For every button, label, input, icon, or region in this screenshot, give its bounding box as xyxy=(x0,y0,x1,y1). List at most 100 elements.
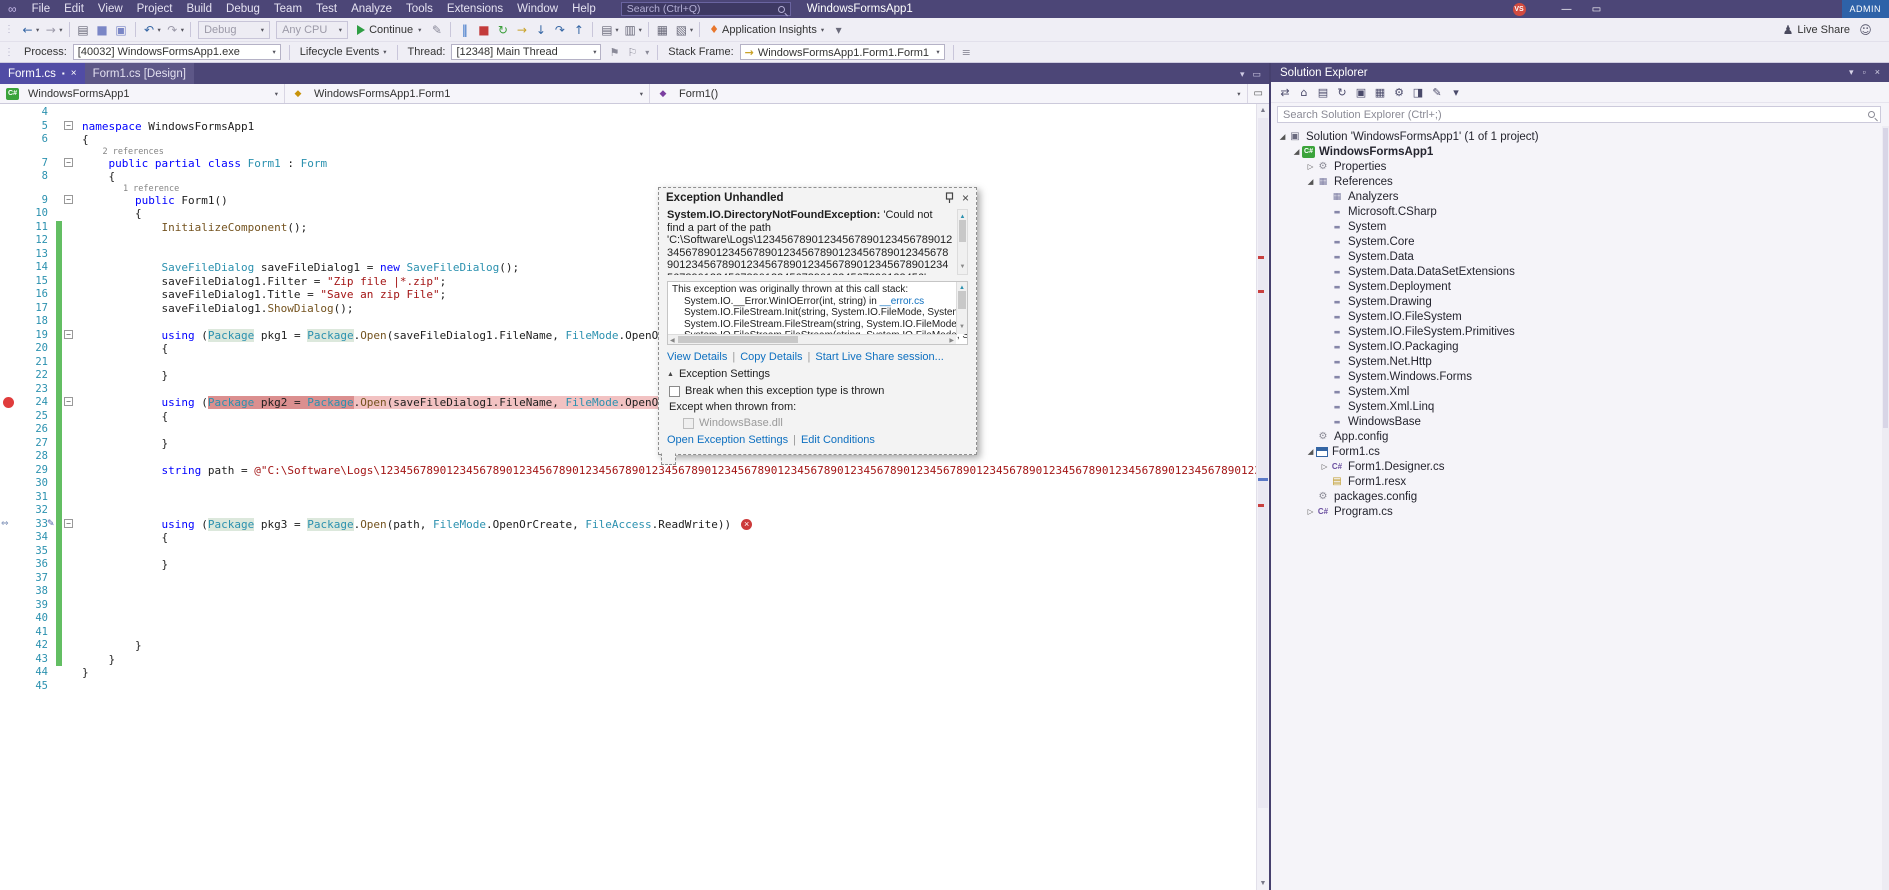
document-list-chevron-icon[interactable]: ▾ xyxy=(1240,69,1245,80)
breakpoint-margin[interactable] xyxy=(0,288,18,302)
configuration-dropdown[interactable]: Debug ▾ xyxy=(198,20,271,39)
breakpoint-margin[interactable] xyxy=(0,491,18,505)
code-line[interactable]: 13 xyxy=(0,247,1256,261)
menu-analyze[interactable]: Analyze xyxy=(344,3,399,15)
link-copy-details[interactable]: Copy Details xyxy=(740,351,802,363)
home-icon[interactable]: ⌂ xyxy=(1296,86,1312,99)
breakpoint-margin[interactable] xyxy=(0,653,18,667)
tree-item-system-io-filesystem[interactable]: ▬ System.IO.FileSystem xyxy=(1271,309,1882,324)
code-line[interactable]: 34 { xyxy=(0,531,1256,545)
nav-back-icon[interactable]: ← ▾ xyxy=(18,19,41,41)
code-line[interactable]: 9 − public Form1() xyxy=(0,194,1256,208)
fold-margin[interactable]: − xyxy=(62,396,75,410)
close-icon[interactable]: × xyxy=(1875,67,1880,78)
collapse-region-icon[interactable]: − xyxy=(64,397,73,406)
tree-item-system-io-filesystem-primitives[interactable]: ▬ System.IO.FileSystem.Primitives xyxy=(1271,324,1882,339)
continue-button[interactable]: Continue ▾ xyxy=(351,19,427,41)
code-line[interactable]: 4 xyxy=(0,106,1256,120)
show-next-statement-icon[interactable]: → xyxy=(512,19,531,41)
show-all-files-icon[interactable]: ▦ xyxy=(1372,86,1388,99)
code-line[interactable]: 28 xyxy=(0,450,1256,464)
tree-item-system[interactable]: ▬ System xyxy=(1271,219,1882,234)
collapse-region-icon[interactable]: − xyxy=(64,194,73,204)
menu-file[interactable]: File xyxy=(25,3,58,15)
code-line[interactable]: 43 } xyxy=(0,652,1256,667)
code-line[interactable]: 21 xyxy=(0,355,1256,369)
link-edit-conditions[interactable]: Edit Conditions xyxy=(801,434,875,446)
code-line[interactable]: 36 } xyxy=(0,558,1256,572)
code-line[interactable]: 6{ xyxy=(0,133,1256,147)
solution-explorer-header[interactable]: Solution Explorer ▾ ▫ × xyxy=(1271,63,1889,82)
restart-icon[interactable]: ↻ xyxy=(493,19,512,41)
feedback-icon[interactable]: ☺ xyxy=(1856,19,1875,41)
breakpoint-margin[interactable] xyxy=(0,396,18,410)
code-line[interactable]: 17 saveFileDialog1.ShowDialog(); xyxy=(0,301,1256,315)
menu-help[interactable]: Help xyxy=(565,3,603,15)
member-dropdown[interactable]: ◆ Form1() ▾ xyxy=(650,84,1248,103)
breakpoint-margin[interactable] xyxy=(0,120,18,134)
breakpoint-margin[interactable] xyxy=(0,612,18,626)
code-line[interactable]: 20 { xyxy=(0,342,1256,356)
menu-edit[interactable]: Edit xyxy=(57,3,91,15)
fold-margin[interactable]: − xyxy=(62,194,75,208)
properties-icon[interactable]: ⚙ xyxy=(1391,86,1407,99)
breakpoint-margin[interactable] xyxy=(0,369,18,383)
breakpoint-margin[interactable] xyxy=(0,275,18,289)
code-line[interactable]: 35 xyxy=(0,544,1256,558)
pin-icon[interactable]: ▪ xyxy=(62,69,65,78)
tab-form1-cs[interactable]: Form1.cs ▪ × xyxy=(0,63,85,84)
thread-dropdown[interactable]: [12348] Main Thread ▾ xyxy=(451,44,602,60)
breakpoint-icon[interactable] xyxy=(3,397,14,408)
stack-frame[interactable]: System.IO.__Error.WinIOError(int, string… xyxy=(672,296,953,308)
checkbox-icon[interactable] xyxy=(669,385,680,397)
collapsed-arrow-icon[interactable]: ▷ xyxy=(1319,462,1330,471)
breakpoint-margin[interactable] xyxy=(0,106,18,120)
tree-item-system-io-packaging[interactable]: ▬ System.IO.Packaging xyxy=(1271,339,1882,354)
scroll-left-arrow-icon[interactable]: ◀ xyxy=(670,336,675,344)
save-icon[interactable]: ■ xyxy=(93,19,112,41)
scroll-right-arrow-icon[interactable]: ▶ xyxy=(949,336,954,344)
breakpoint-margin[interactable] xyxy=(0,184,18,194)
menu-build[interactable]: Build xyxy=(179,3,219,15)
breakpoint-margin[interactable] xyxy=(0,315,18,329)
tree-item-packages-config[interactable]: ⚙ packages.config xyxy=(1271,489,1882,504)
scroll-up-arrow-icon[interactable]: ▲ xyxy=(1257,104,1269,117)
expanded-arrow-icon[interactable]: ◢ xyxy=(1291,147,1302,156)
breakpoint-margin[interactable] xyxy=(0,585,18,599)
expanded-arrow-icon[interactable]: ◢ xyxy=(1277,132,1288,141)
preview-selected-icon[interactable]: ◨ xyxy=(1410,86,1426,99)
scroll-down-arrow-icon[interactable]: ▼ xyxy=(958,261,967,274)
thread-options-chevron-icon[interactable]: ▾ xyxy=(641,48,653,57)
code-line[interactable]: 7 − public partial class Form1 : Form xyxy=(0,157,1256,171)
codelens-row[interactable]: 1 reference xyxy=(0,184,1256,194)
tree-item-analyzers[interactable]: ▦ Analyzers xyxy=(1271,189,1882,204)
scrollbar-thumb[interactable] xyxy=(959,220,966,242)
link-view-details[interactable]: View Details xyxy=(667,351,727,363)
save-all-icon[interactable]: ▣ xyxy=(112,19,131,41)
tree-item-system-xml[interactable]: ▬ System.Xml xyxy=(1271,384,1882,399)
account-avatar[interactable]: VS xyxy=(1512,2,1526,16)
code-line[interactable]: 19− using (Package pkg1 = Package.Open(s… xyxy=(0,328,1256,342)
code-line[interactable]: 12 xyxy=(0,234,1256,248)
restore-button[interactable]: ▭ xyxy=(1582,4,1612,15)
fold-margin[interactable]: − xyxy=(62,518,75,532)
checkbox-icon[interactable] xyxy=(683,417,694,429)
quick-search-input[interactable]: Search (Ctrl+Q) xyxy=(620,2,791,16)
code-line[interactable]: 44} xyxy=(0,666,1256,680)
files-filter-icon[interactable]: ▤ xyxy=(1315,86,1331,99)
flag-icon[interactable]: ⚑ xyxy=(605,46,623,59)
code-line[interactable]: 25 { xyxy=(0,409,1256,423)
refresh-icon[interactable]: ↻ xyxy=(1334,86,1350,99)
platform-dropdown[interactable]: Any CPU ▾ xyxy=(276,20,349,39)
code-line[interactable]: 29 string path = @"C:\Software\Logs\1234… xyxy=(0,463,1256,477)
breakpoint-margin[interactable] xyxy=(0,261,18,275)
tree-item-properties[interactable]: ▷ ⚙ Properties xyxy=(1271,159,1882,174)
breakpoint-margin[interactable] xyxy=(0,437,18,451)
scroll-down-arrow-icon[interactable]: ▼ xyxy=(1257,877,1269,890)
code-line[interactable]: 14 SaveFileDialog saveFileDialog1 = new … xyxy=(0,261,1256,275)
solution-search-input[interactable]: Search Solution Explorer (Ctrl+;) xyxy=(1277,106,1881,123)
code-line[interactable]: 45 xyxy=(0,680,1256,694)
menu-test[interactable]: Test xyxy=(309,3,344,15)
code-line[interactable]: 26 xyxy=(0,423,1256,437)
tree-item-windowsbase[interactable]: ▬ WindowsBase xyxy=(1271,414,1882,429)
